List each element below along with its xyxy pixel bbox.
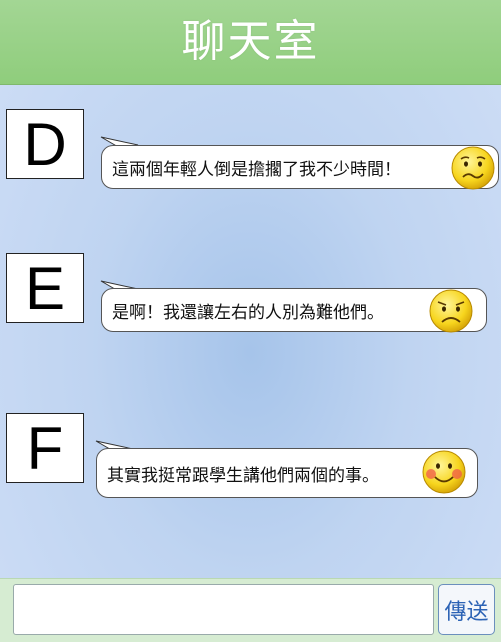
message-bubble: 這兩個年輕人倒是擔擱了我不少時間！: [101, 145, 499, 189]
chat-header: 聊天室: [0, 0, 501, 85]
avatar: F: [6, 413, 84, 483]
message-text: 是啊！我還讓左右的人別為難他們。: [112, 302, 384, 323]
avatar-letter: E: [24, 254, 66, 322]
send-button[interactable]: 傳送: [438, 584, 495, 635]
avatar-letter: D: [23, 110, 67, 178]
sad-face-icon: [429, 289, 473, 333]
page-title: 聊天室: [181, 16, 320, 67]
confused-face-icon: [451, 146, 495, 190]
message-input[interactable]: [13, 584, 434, 635]
avatar: D: [6, 109, 84, 179]
message-text: 其實我挺常跟學生講他們兩個的事。: [107, 465, 379, 486]
avatar-letter: F: [26, 414, 64, 482]
message-text: 這兩個年輕人倒是擔擱了我不少時間！: [112, 159, 401, 180]
blushing-smile-icon: [422, 450, 466, 494]
avatar: E: [6, 253, 84, 323]
